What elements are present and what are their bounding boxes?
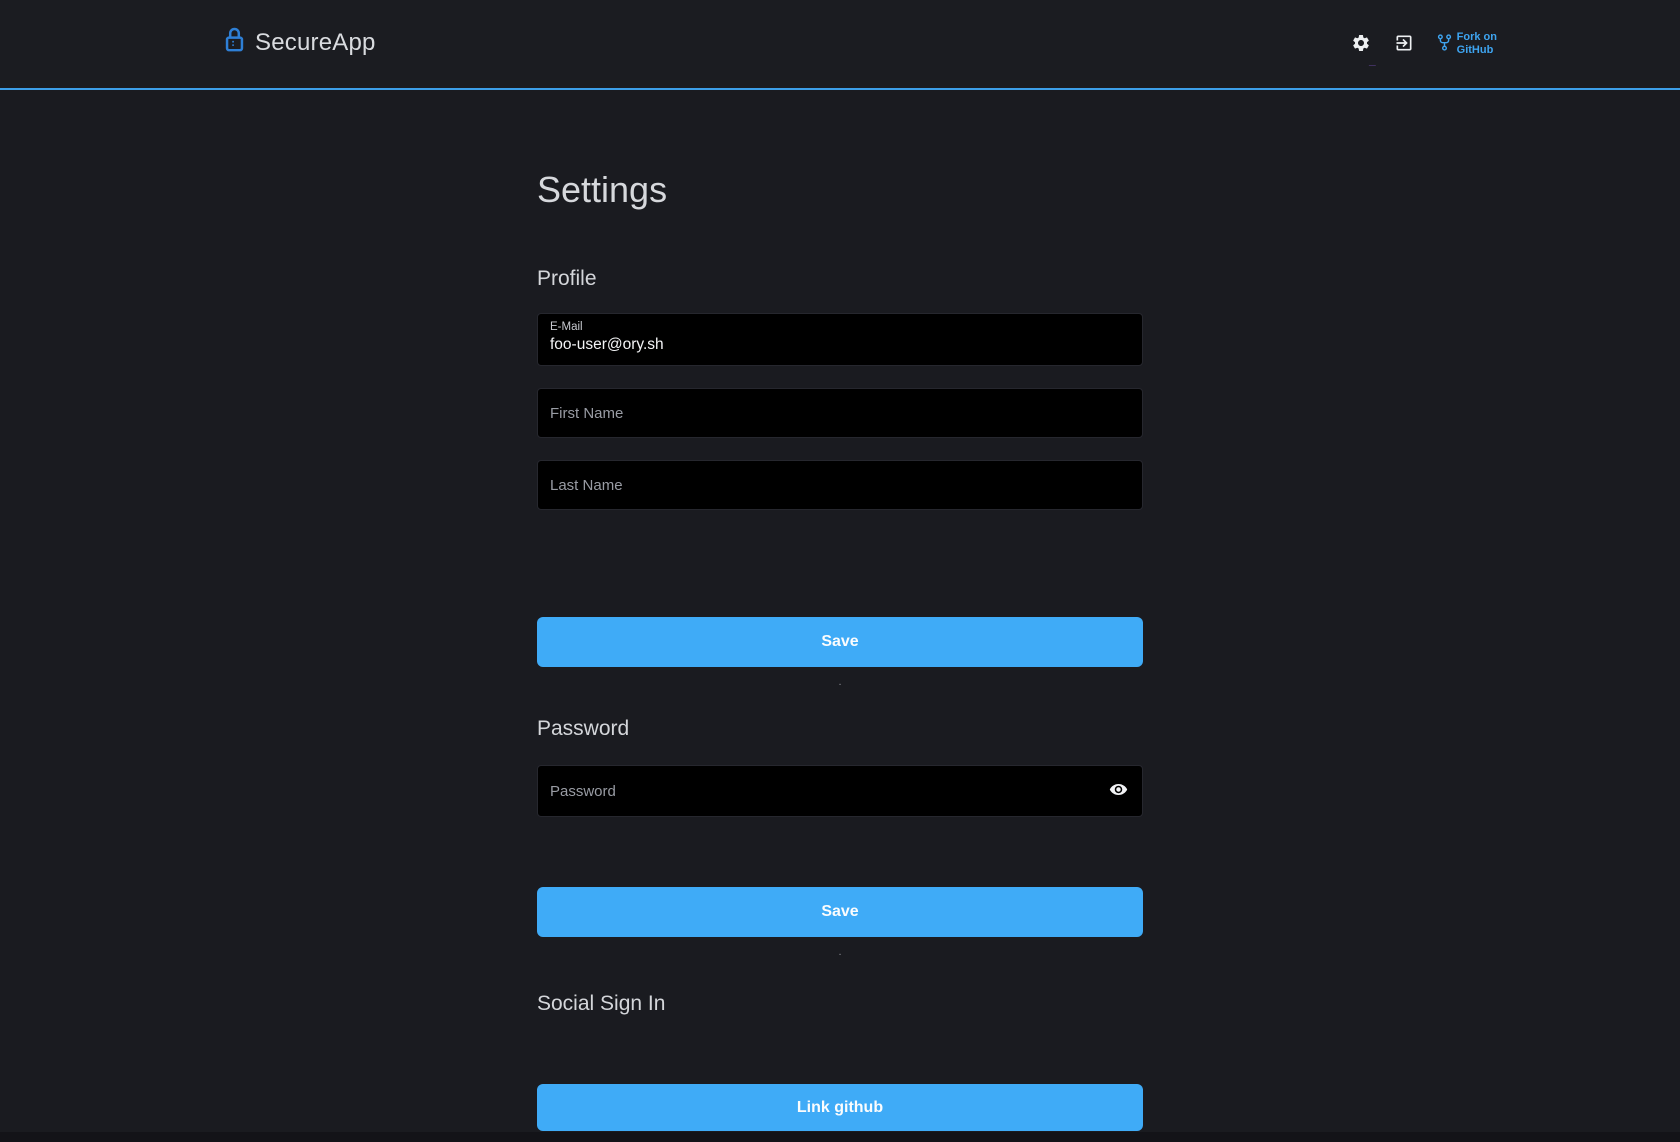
profile-dot-mark: . (537, 675, 1143, 689)
password-dot-mark: . (537, 945, 1143, 959)
header-actions: _ Fork on GitHub (1351, 31, 1497, 57)
social-sign-in-section: Social Sign In Link github (537, 991, 1143, 1131)
last-name-input[interactable] (537, 460, 1143, 510)
settings-button[interactable]: _ (1351, 33, 1371, 56)
app-header: SecureApp _ (0, 0, 1680, 90)
link-github-button[interactable]: Link github (537, 1084, 1143, 1131)
password-save-button[interactable]: Save (537, 887, 1143, 937)
logout-button[interactable] (1394, 33, 1414, 56)
fork-link-label: Fork on GitHub (1457, 31, 1497, 57)
stray-underscore-mark: _ (1369, 55, 1376, 65)
bottom-edge-strip (0, 1132, 1680, 1142)
password-heading: Password (537, 716, 1143, 742)
email-label: E-Mail (550, 320, 1130, 334)
password-section: Password Save . (537, 716, 1143, 959)
eye-icon (1109, 780, 1128, 802)
gear-icon (1351, 33, 1371, 56)
email-field[interactable]: E-Mail (537, 313, 1143, 366)
social-sign-in-heading: Social Sign In (537, 991, 1143, 1017)
logout-door-icon (1394, 33, 1414, 56)
password-field (537, 765, 1143, 817)
page-title: Settings (537, 90, 1143, 212)
settings-page: Settings Profile E-Mail Save . Password (537, 90, 1143, 1131)
profile-save-button[interactable]: Save (537, 617, 1143, 667)
toggle-password-visibility-button[interactable] (1109, 780, 1128, 802)
email-input[interactable] (550, 334, 1130, 354)
first-name-input[interactable] (537, 388, 1143, 438)
lock-icon (224, 26, 245, 58)
profile-section: Profile E-Mail Save . (537, 266, 1143, 689)
app-name: SecureApp (255, 28, 376, 58)
git-fork-icon (1437, 32, 1452, 57)
profile-heading: Profile (537, 266, 1143, 292)
app-logo[interactable]: SecureApp (224, 28, 376, 60)
password-input[interactable] (537, 765, 1143, 817)
fork-on-github-link[interactable]: Fork on GitHub (1437, 31, 1497, 57)
